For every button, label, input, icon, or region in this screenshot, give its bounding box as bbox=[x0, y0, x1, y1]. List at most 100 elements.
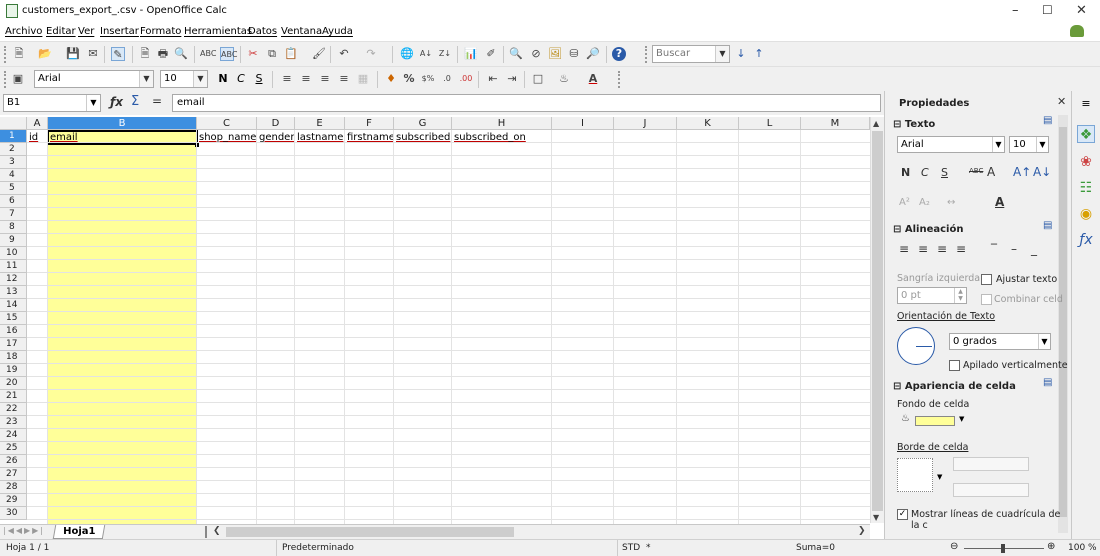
strikethrough-icon[interactable]: ABC bbox=[969, 167, 983, 175]
merge-cells-icon[interactable]: ▦ bbox=[356, 72, 370, 86]
row-header[interactable]: 29 bbox=[0, 494, 27, 507]
sidebar-scrollbar[interactable] bbox=[1058, 115, 1068, 533]
row-header[interactable]: 11 bbox=[0, 260, 27, 273]
menu-datos[interactable]: Datos bbox=[248, 26, 277, 37]
sheet-tab[interactable]: Hoja1 bbox=[52, 525, 106, 539]
scroll-up-icon[interactable]: ▲ bbox=[873, 119, 879, 128]
row-header[interactable]: 10 bbox=[0, 247, 27, 260]
name-box[interactable]: B1 ▼ bbox=[3, 94, 101, 112]
datasources-icon[interactable]: ⛁ bbox=[567, 47, 581, 61]
page-style[interactable]: Predeterminado bbox=[282, 543, 354, 553]
print-preview-icon[interactable]: 🔍 bbox=[174, 47, 188, 61]
column-header[interactable]: L bbox=[739, 117, 801, 130]
percent-icon[interactable]: % bbox=[402, 72, 416, 86]
chevron-down-icon[interactable]: ▼ bbox=[86, 95, 100, 111]
email-icon[interactable]: ✉ bbox=[86, 47, 100, 61]
styles-icon[interactable]: ▣ bbox=[11, 72, 25, 86]
row-header[interactable]: 25 bbox=[0, 442, 27, 455]
column-header[interactable]: A bbox=[27, 117, 48, 130]
print-icon[interactable]: 🖶 bbox=[156, 47, 170, 61]
find-previous-icon[interactable]: ↑ bbox=[752, 47, 766, 61]
chart-icon[interactable]: 📊 bbox=[464, 47, 478, 61]
column-header[interactable]: M bbox=[801, 117, 870, 130]
navigator-icon[interactable]: ⊘ bbox=[529, 47, 543, 61]
row-header[interactable]: 18 bbox=[0, 351, 27, 364]
zoom-icon[interactable]: 🔎 bbox=[586, 47, 600, 61]
menu-insertar[interactable]: Insertar bbox=[100, 26, 139, 37]
column-header[interactable]: H bbox=[452, 117, 552, 130]
row-header[interactable]: 19 bbox=[0, 364, 27, 377]
row-header[interactable]: 16 bbox=[0, 325, 27, 338]
row-header[interactable]: 13 bbox=[0, 286, 27, 299]
spreadsheet-grid[interactable]: A B C D E F G H I J K L M id email shop_… bbox=[0, 117, 870, 524]
scroll-left-icon[interactable]: ❮ bbox=[213, 526, 221, 536]
row-header[interactable]: 28 bbox=[0, 481, 27, 494]
increase-indent-icon[interactable]: ⇥ bbox=[505, 72, 519, 86]
row-header[interactable]: 6 bbox=[0, 195, 27, 208]
zoom-level[interactable]: 100 % bbox=[1068, 543, 1097, 553]
column-header[interactable]: C bbox=[197, 117, 257, 130]
export-pdf-icon[interactable]: 🗎 bbox=[138, 47, 152, 61]
save-icon[interactable]: 💾 bbox=[66, 47, 80, 61]
column-header[interactable]: K bbox=[677, 117, 739, 130]
shrink-font-icon[interactable]: A↓ bbox=[1033, 165, 1051, 179]
justify-icon[interactable]: ≡ bbox=[337, 72, 351, 86]
properties-deck-icon[interactable]: ❖ bbox=[1077, 125, 1095, 143]
more-options-icon[interactable]: ▤ bbox=[1043, 220, 1052, 231]
search-input[interactable]: Buscar ▼ bbox=[652, 45, 730, 63]
minimize-icon[interactable]: – bbox=[1012, 3, 1019, 18]
row-header[interactable]: 15 bbox=[0, 312, 27, 325]
row-header[interactable]: 26 bbox=[0, 455, 27, 468]
border-picker[interactable] bbox=[897, 458, 933, 492]
menu-formato[interactable]: Formato bbox=[140, 26, 181, 37]
column-header-selected[interactable]: B bbox=[48, 117, 197, 130]
more-options-icon[interactable]: ▤ bbox=[1043, 115, 1052, 126]
hyperlink-icon[interactable]: 🌐 bbox=[400, 47, 414, 61]
find-replace-icon[interactable]: 🔍 bbox=[509, 47, 523, 61]
functions-deck-icon[interactable]: ƒx bbox=[1077, 231, 1095, 249]
align-bottom-icon[interactable]: _ bbox=[1031, 242, 1037, 256]
align-center-icon[interactable]: ≡ bbox=[299, 72, 313, 86]
sidebar-align-left-icon[interactable]: ≡ bbox=[899, 242, 909, 256]
orientation-degrees[interactable]: 0 grados ▼ bbox=[949, 333, 1051, 350]
merge-cells-checkbox[interactable] bbox=[981, 294, 992, 305]
align-middle-icon[interactable]: – bbox=[1011, 242, 1017, 256]
row-header[interactable]: 7 bbox=[0, 208, 27, 221]
align-right-icon[interactable]: ≡ bbox=[318, 72, 332, 86]
zoom-in-icon[interactable]: ⊕ bbox=[1047, 541, 1055, 552]
column-header[interactable]: F bbox=[345, 117, 394, 130]
maximize-icon[interactable]: ☐ bbox=[1042, 3, 1053, 17]
indent-input[interactable]: 0 pt ▲ ▼ bbox=[897, 287, 967, 304]
row-header[interactable]: 20 bbox=[0, 377, 27, 390]
sidebar-align-center-icon[interactable]: ≡ bbox=[918, 242, 928, 256]
gallery-deck-icon[interactable]: ☷ bbox=[1077, 179, 1095, 197]
selection-mode[interactable]: STD bbox=[622, 543, 640, 553]
sidebar-font-color-icon[interactable]: A bbox=[995, 195, 1004, 209]
scroll-down-icon[interactable]: ▼ bbox=[873, 513, 879, 522]
shadow-icon[interactable]: A bbox=[987, 165, 995, 179]
draw-functions-icon[interactable]: ✐ bbox=[484, 47, 498, 61]
sidebar-underline-icon[interactable]: S bbox=[941, 166, 948, 179]
currency-icon[interactable]: ♦ bbox=[384, 72, 398, 86]
row-header[interactable]: 4 bbox=[0, 169, 27, 182]
edit-file-icon[interactable]: ✎ bbox=[111, 47, 125, 61]
text-section-header[interactable]: ⊟ Texto bbox=[893, 119, 935, 130]
align-left-icon[interactable]: ≡ bbox=[280, 72, 294, 86]
bold-button[interactable]: N bbox=[216, 72, 230, 86]
close-icon[interactable]: ✕ bbox=[1076, 3, 1087, 18]
row-header[interactable]: 3 bbox=[0, 156, 27, 169]
underline-button[interactable]: S bbox=[252, 72, 266, 86]
stack-vertically-checkbox[interactable] bbox=[949, 360, 960, 371]
redo-icon[interactable]: ↷ bbox=[364, 47, 378, 61]
function-icon[interactable]: = bbox=[152, 94, 162, 108]
clone-format-icon[interactable]: 🖌 bbox=[312, 47, 326, 61]
more-options-icon[interactable]: ▤ bbox=[1043, 377, 1052, 388]
menu-ver[interactable]: Ver bbox=[78, 26, 94, 37]
subscript-icon[interactable]: A₂ bbox=[919, 197, 930, 208]
styles-deck-icon[interactable]: ❀ bbox=[1077, 153, 1095, 171]
delete-decimal-icon[interactable]: .00 bbox=[459, 72, 473, 86]
appearance-section-header[interactable]: ⊟ Apariencia de celda bbox=[893, 381, 1016, 392]
superscript-icon[interactable]: A² bbox=[899, 197, 910, 208]
row-header[interactable]: 22 bbox=[0, 403, 27, 416]
menu-archivo[interactable]: Archivo bbox=[5, 26, 42, 37]
